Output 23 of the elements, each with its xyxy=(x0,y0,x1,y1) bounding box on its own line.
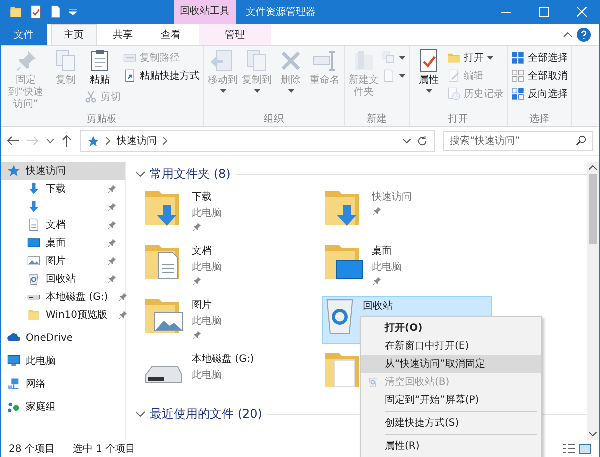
item-location: 此电脑 xyxy=(372,260,402,274)
item-location: 快速访问 xyxy=(372,190,412,204)
item-location: 此电脑 xyxy=(192,260,222,274)
group-header: 常用文件夹 (8) xyxy=(150,166,231,182)
item-name: 桌面 xyxy=(372,244,393,258)
item-name: 图片 xyxy=(192,298,213,312)
item-count: 28 个项目 xyxy=(9,442,55,456)
group-label: 剪贴板 xyxy=(86,113,118,126)
group-label: 组织 xyxy=(263,113,285,126)
item-location: 此电脑 xyxy=(192,314,222,328)
item-location: 此电脑 xyxy=(192,368,223,382)
item-name: 下载 xyxy=(192,190,213,204)
window-title: 文件资源管理器 xyxy=(246,6,316,19)
item-location: 此电脑 xyxy=(192,206,222,220)
group-header: 最近使用的文件 (20) xyxy=(150,406,262,422)
group-label: 打开 xyxy=(448,113,470,126)
item-name: 文档 xyxy=(192,244,213,258)
selection-count: 选中 1 个项目 xyxy=(72,442,136,456)
item-name: 回收站 xyxy=(363,300,393,313)
item-name: 本地磁盘 (G:) xyxy=(192,352,254,366)
context-tab-header: 回收站工具 xyxy=(174,0,236,24)
group-label: 选择 xyxy=(528,113,550,126)
group-label: 新建 xyxy=(366,113,388,126)
